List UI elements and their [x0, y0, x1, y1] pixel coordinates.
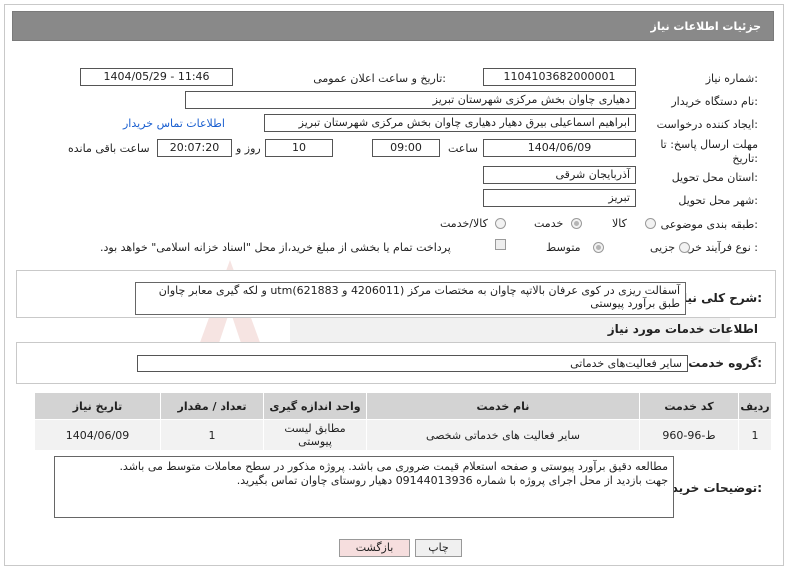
creator-field: ابراهیم اسماعیلی بیرق دهیار دهیاری چاوان…: [264, 114, 636, 132]
buyer-notes-textarea[interactable]: مطالعه دقیق برآورد پیوستی و صفحه استعلام…: [54, 456, 674, 518]
deadline-time-field: 09:00: [372, 139, 440, 157]
page-title: جزئیات اطلاعات نیاز: [650, 20, 762, 33]
col-date: تاریخ نیاز: [34, 392, 161, 420]
process-option-medium: متوسط: [546, 241, 581, 254]
buyer-notes-line-2: جهت بازدید از محل اجرای پروژه با شماره 0…: [236, 474, 668, 487]
cell-name: سایر فعالیت های خدماتی شخصی: [366, 419, 640, 451]
cell-row: 1: [738, 419, 772, 451]
cell-qty: 1: [160, 419, 264, 451]
col-code: کد خدمت: [639, 392, 739, 420]
cell-unit-line-1: مطابق لیست: [284, 422, 346, 435]
category-radio-goods-service[interactable]: [495, 218, 506, 229]
page-header: جزئیات اطلاعات نیاز: [12, 11, 774, 41]
table-row: 1 ط-96-960 سایر فعالیت های خدماتی شخصی م…: [34, 419, 772, 451]
cell-date: 1404/06/09: [34, 419, 161, 451]
print-button[interactable]: چاپ: [415, 539, 462, 557]
category-radio-service[interactable]: [571, 218, 582, 229]
category-option-service: خدمت: [534, 217, 564, 230]
remaining-time-field: 20:07:20: [157, 139, 232, 157]
buyer-org-label: نام دستگاه خریدار:: [671, 95, 758, 108]
announce-label: تاریخ و ساعت اعلان عمومی:: [313, 72, 446, 85]
cell-code: ط-96-960: [639, 419, 739, 451]
need-number-label: شماره نیاز:: [705, 72, 758, 85]
category-option-goods: کالا: [612, 217, 627, 230]
deadline-date-field: 1404/06/09: [483, 139, 636, 157]
col-unit: واحد اندازه گیری: [263, 392, 367, 420]
province-label: استان محل تحویل:: [671, 171, 758, 184]
cell-unit: مطابق لیست پیوستی: [263, 419, 367, 451]
city-label: شهر محل تحویل:: [678, 194, 758, 207]
city-field: تبریز: [483, 189, 636, 207]
treasury-payment-note: پرداخت تمام یا بخشی از مبلغ خرید،از محل …: [100, 241, 451, 254]
remaining-days-field: 10: [265, 139, 333, 157]
process-radio-medium[interactable]: [593, 242, 604, 253]
description-line-2: طبق برآورد پیوستی: [590, 297, 680, 310]
services-section-title: اطلاعات خدمات مورد نیاز: [607, 322, 758, 336]
deadline-date-label: تاریخ:: [732, 152, 758, 165]
deadline-time-label: ساعت: [448, 142, 478, 155]
category-radio-goods[interactable]: [645, 218, 656, 229]
treasury-payment-checkbox[interactable]: [495, 239, 506, 250]
process-radio-minor[interactable]: [679, 242, 690, 253]
creator-label: ایجاد کننده درخواست:: [656, 118, 758, 131]
buyer-org-field: دهیاری چاوان بخش مرکزی شهرستان تبریز: [185, 91, 636, 109]
buyer-notes-line-1: مطالعه دقیق برآورد پیوستی و صفحه استعلام…: [119, 460, 668, 473]
category-option-goods-service: کالا/خدمت: [440, 217, 488, 230]
process-option-minor: جزیی: [650, 241, 676, 254]
cell-unit-line-2: پیوستی: [298, 435, 332, 448]
category-label: طبقه بندی موضوعی:: [660, 218, 758, 231]
service-group-label: گروه خدمت:: [688, 356, 762, 370]
back-button[interactable]: بازگشت: [339, 539, 410, 557]
province-field: آذربایجان شرقی: [483, 166, 636, 184]
service-group-field: سایر فعالیت‌های خدماتی: [137, 355, 688, 372]
buyer-notes-label: توضیحات خریدار:: [660, 481, 762, 495]
need-number-field: 1104103682000001: [483, 68, 636, 86]
days-label: روز و: [236, 142, 261, 155]
col-name: نام خدمت: [366, 392, 640, 420]
description-line-1: آسفالت ریزی در کوی عرفان بالاتپه چاوان ب…: [158, 284, 680, 297]
description-textarea[interactable]: آسفالت ریزی در کوی عرفان بالاتپه چاوان ب…: [135, 282, 686, 315]
description-label: شرح کلی نیاز:: [676, 291, 762, 305]
remaining-label: ساعت باقی مانده: [68, 142, 150, 155]
services-table: ردیف کد خدمت نام خدمت واحد اندازه گیری ت…: [34, 392, 772, 451]
col-row: ردیف: [738, 392, 772, 420]
process-label: نوع فرآیند خرید :: [680, 241, 758, 254]
buyer-contact-link[interactable]: اطلاعات تماس خریدار: [123, 117, 225, 130]
services-table-header: ردیف کد خدمت نام خدمت واحد اندازه گیری ت…: [34, 392, 772, 420]
col-qty: تعداد / مقدار: [160, 392, 264, 420]
announce-datetime-field: 1404/05/29 - 11:46: [80, 68, 233, 86]
deadline-label: مهلت ارسال پاسخ: تا: [660, 138, 758, 151]
